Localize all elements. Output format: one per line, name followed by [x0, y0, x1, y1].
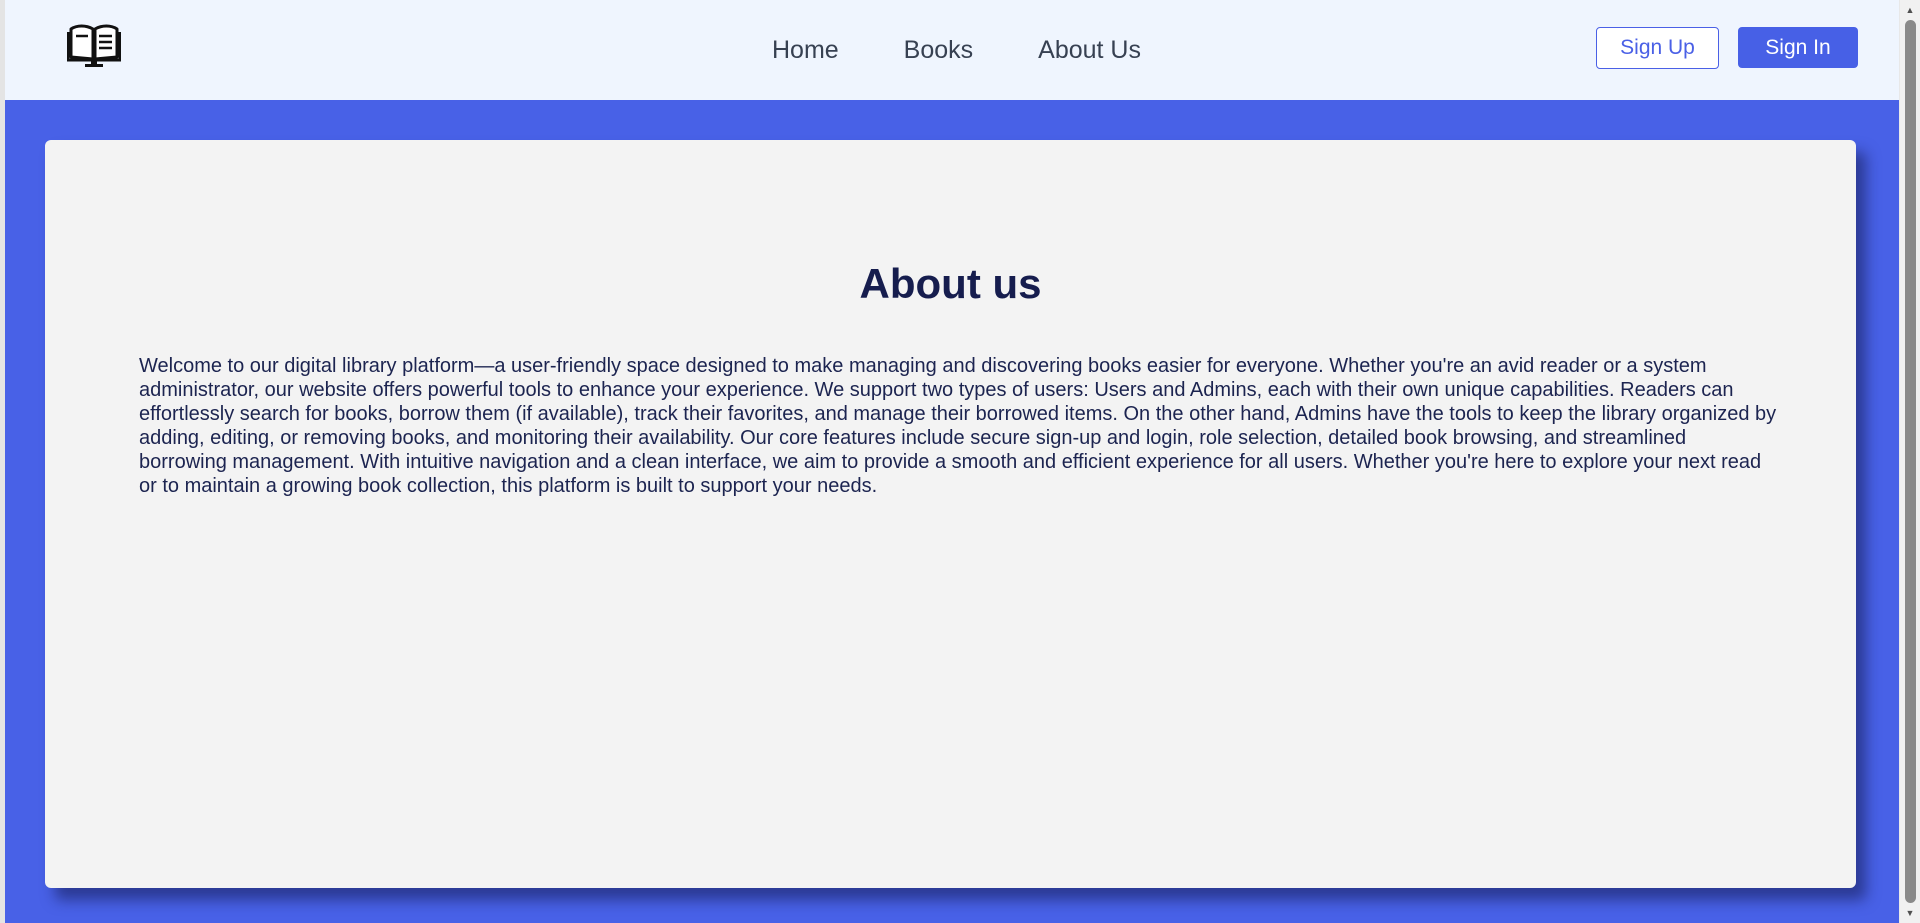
about-card: About us Welcome to our digital library … — [45, 140, 1856, 888]
scroll-down-arrow-icon[interactable]: ▼ — [1900, 905, 1920, 921]
about-title: About us — [859, 260, 1042, 307]
sign-up-button[interactable]: Sign Up — [1596, 27, 1719, 69]
vertical-scrollbar[interactable]: ▲ ▼ — [1899, 0, 1920, 923]
nav-link-books[interactable]: Books — [904, 36, 973, 65]
sign-in-button[interactable]: Sign In — [1738, 27, 1858, 68]
logo[interactable] — [67, 23, 121, 67]
scrollbar-thumb[interactable] — [1905, 20, 1916, 903]
main-section: About us Welcome to our digital library … — [5, 100, 1899, 923]
nav-link-home[interactable]: Home — [772, 36, 839, 65]
navbar: Home Books About Us Sign Up Sign In — [5, 0, 1899, 100]
page-viewport: Home Books About Us Sign Up Sign In Abou… — [0, 0, 1899, 923]
open-book-monitor-icon — [67, 24, 121, 67]
nav-link-about-us[interactable]: About Us — [1038, 36, 1141, 65]
scroll-up-arrow-icon[interactable]: ▲ — [1900, 2, 1920, 18]
about-description: Welcome to our digital library platform—… — [139, 355, 1777, 497]
